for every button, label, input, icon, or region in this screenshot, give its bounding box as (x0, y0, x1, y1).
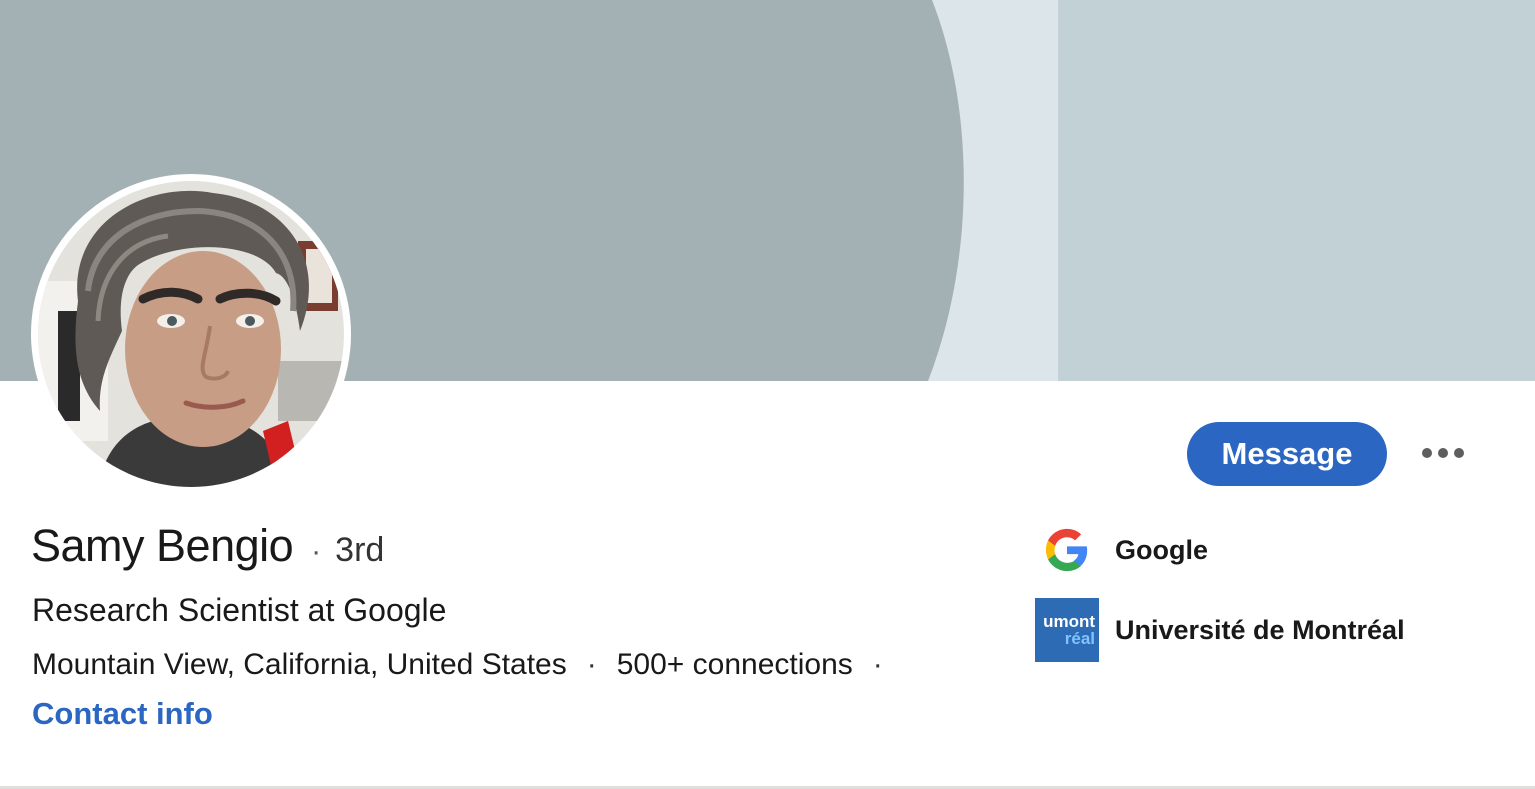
google-logo-icon (1035, 518, 1099, 582)
ellipsis-icon (1421, 447, 1465, 462)
udem-logo-text-bottom: réal (1064, 629, 1095, 648)
org-udem[interactable]: umont réal Université de Montréal (1035, 598, 1405, 662)
name-row: Samy Bengio · 3rd (31, 520, 384, 572)
avatar-portrait (38, 181, 344, 487)
profile-headline: Research Scientist at Google (32, 592, 447, 628)
profile-card: Message Samy Bengio · 3rd Research Scien… (0, 0, 1535, 789)
message-button[interactable]: Message (1187, 422, 1387, 486)
profile-photo[interactable] (31, 174, 351, 494)
profile-meta: Mountain View, California, United States… (32, 648, 903, 682)
udem-logo-icon: umont réal (1035, 598, 1099, 662)
meta-separator: · (586, 648, 597, 681)
profile-name: Samy Bengio (31, 520, 294, 571)
profile-location: Mountain View, California, United States (32, 648, 567, 681)
contact-info-link[interactable]: Contact info (32, 696, 213, 732)
name-separator: · (311, 535, 322, 568)
connection-degree: 3rd (335, 531, 385, 569)
meta-separator: · (872, 648, 883, 681)
udem-logo-text-top: umont (1043, 612, 1095, 631)
profile-actions: Message (1187, 422, 1469, 486)
connections-count: 500+ connections (616, 648, 853, 681)
org-google[interactable]: Google (1035, 518, 1208, 582)
org-name: Google (1115, 534, 1208, 565)
more-options-button[interactable] (1417, 428, 1469, 480)
org-name: Université de Montréal (1115, 614, 1405, 645)
